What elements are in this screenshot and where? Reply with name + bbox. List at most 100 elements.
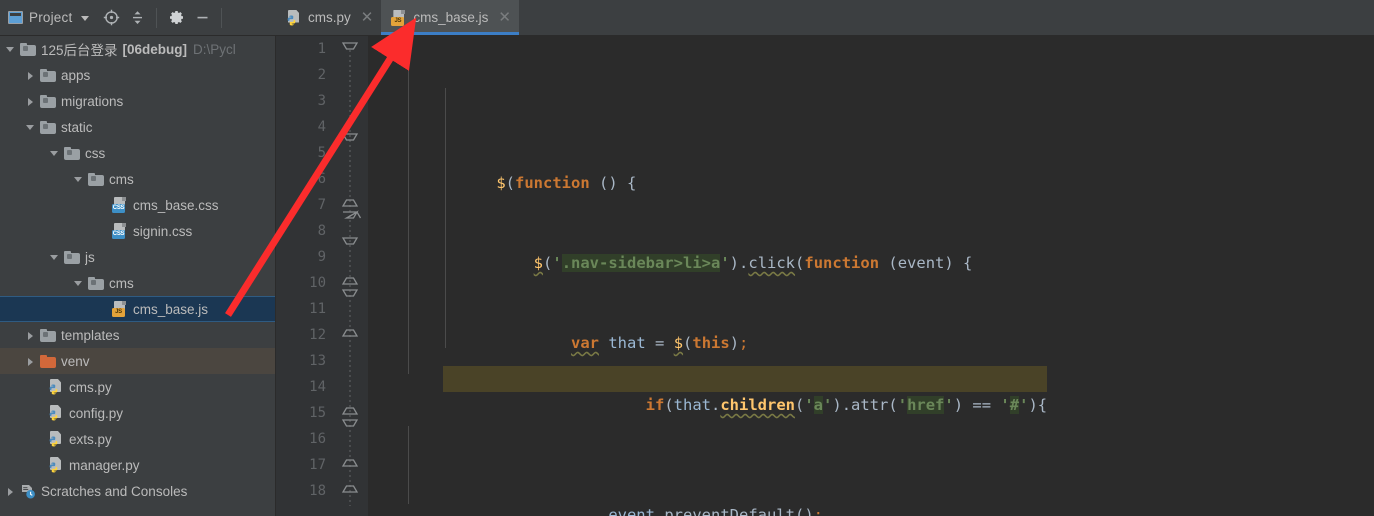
close-icon[interactable]: ✕	[498, 10, 511, 25]
tree-row-module-name: [06debug]	[122, 41, 188, 57]
tree-row-project-root[interactable]: 125后台登录 [06debug] D:\Pycl	[0, 36, 275, 62]
tree-row-css[interactable]: css	[0, 140, 275, 166]
tree-row-migrations[interactable]: migrations	[0, 88, 275, 114]
css-file-icon: CSS	[112, 197, 128, 213]
line-number: 3	[317, 93, 326, 109]
editor-tab-cms-base-js[interactable]: JS cms_base.js ✕	[381, 0, 519, 35]
folder-icon	[40, 68, 56, 82]
py-file-icon	[286, 9, 302, 26]
tree-row-cms-base-js[interactable]: JS cms_base.js	[0, 296, 275, 322]
tree-row-label: 125后台登录	[41, 43, 118, 58]
code-line: $('.nav-sidebar>li>a').click(function (e…	[533, 254, 973, 272]
collapse-all-icon[interactable]	[125, 6, 149, 30]
py-file-icon	[48, 431, 64, 447]
tree-row-label: apps	[61, 67, 91, 83]
tree-row-label: exts.py	[69, 431, 112, 447]
folder-icon	[40, 328, 56, 342]
code-line: if(that.children('a').attr('href') == '#…	[442, 366, 1048, 414]
expand-arrow-icon[interactable]	[4, 485, 17, 498]
expand-arrow-icon[interactable]	[72, 173, 85, 186]
line-number: 2	[317, 67, 326, 83]
indent-guide	[408, 62, 409, 374]
js-file-icon: JS	[391, 9, 407, 26]
tree-row-apps[interactable]: apps	[0, 62, 275, 88]
py-file-icon	[48, 457, 64, 473]
indent-guide	[408, 426, 409, 504]
expand-arrow-icon[interactable]	[4, 43, 17, 56]
py-file-icon	[48, 405, 64, 421]
expand-arrow-icon[interactable]	[24, 95, 37, 108]
tree-row-css-cms[interactable]: cms	[0, 166, 275, 192]
tree-row-js[interactable]: js	[0, 244, 275, 270]
folder-icon	[20, 42, 36, 56]
code-folding-column[interactable]	[332, 36, 368, 516]
project-panel-label: Project	[29, 10, 73, 25]
line-number: 9	[317, 249, 326, 265]
tree-row-venv[interactable]: venv	[0, 348, 275, 374]
code-line: $(function () {	[496, 174, 637, 192]
top-row: Project cms.py ✕ JS cms_base.js ✕	[0, 0, 1374, 36]
folder-icon	[40, 120, 56, 134]
expand-arrow-icon[interactable]	[24, 329, 37, 342]
main-area: 125后台登录 [06debug] D:\Pycl apps migration…	[0, 36, 1374, 516]
line-number: 17	[309, 457, 326, 473]
expand-arrow-icon[interactable]	[48, 147, 61, 160]
expand-arrow-icon[interactable]	[24, 121, 37, 134]
line-number: 12	[309, 327, 326, 343]
editor-tab-bar: cms.py ✕ JS cms_base.js ✕	[276, 0, 1374, 36]
chevron-down-icon[interactable]	[81, 16, 90, 21]
tree-row-path: D:\Pycl	[193, 41, 236, 57]
tree-row-label: Scratches and Consoles	[41, 483, 188, 499]
folder-icon	[40, 354, 56, 368]
project-icon	[8, 11, 23, 24]
expand-arrow-icon[interactable]	[24, 69, 37, 82]
pycharm-window: Project cms.py ✕ JS cms_base.js ✕ 125后台登…	[0, 0, 1374, 516]
tree-row-config-py[interactable]: config.py	[0, 400, 275, 426]
tree-row-manager-py[interactable]: manager.py	[0, 452, 275, 478]
tree-row-cms-py[interactable]: cms.py	[0, 374, 275, 400]
tree-row-label: venv	[61, 353, 90, 369]
tree-row-label: cms_base.css	[133, 197, 219, 213]
code-editor[interactable]: 1 2 3 4 5 6 7 8 9 10 11 12 13 14 15 16 1	[276, 36, 1374, 516]
editor-tab-cms-py[interactable]: cms.py ✕	[276, 0, 381, 35]
editor-gutter[interactable]: 1 2 3 4 5 6 7 8 9 10 11 12 13 14 15 16 1	[276, 36, 368, 516]
tree-row-static[interactable]: static	[0, 114, 275, 140]
project-panel-title-button[interactable]: Project	[0, 10, 90, 25]
code-content[interactable]: $(function () { $('.nav-sidebar>li>a').c…	[368, 36, 1374, 516]
toolbar-divider-2	[221, 7, 223, 28]
line-number: 6	[317, 171, 326, 187]
code-line: var that = $(this);	[570, 334, 749, 352]
tree-row-label: templates	[61, 327, 120, 343]
line-number: 15	[309, 405, 326, 421]
tree-row-label: migrations	[61, 93, 124, 109]
line-number: 10	[309, 275, 326, 291]
tree-row-signin-css[interactable]: CSS signin.css	[0, 218, 275, 244]
project-tree[interactable]: 125后台登录 [06debug] D:\Pycl apps migration…	[0, 36, 276, 516]
expand-arrow-icon[interactable]	[48, 251, 61, 264]
tree-row-label: cms.py	[69, 379, 112, 395]
css-file-icon: CSS	[112, 223, 128, 239]
tree-row-cms-base-css[interactable]: CSS cms_base.css	[0, 192, 275, 218]
gear-icon[interactable]	[164, 6, 188, 30]
tree-row-templates[interactable]: templates	[0, 322, 275, 348]
tree-row-label: cms	[109, 275, 134, 291]
tree-row-label: cms_base.js	[133, 301, 209, 317]
folder-icon	[64, 250, 80, 264]
tree-row-label: config.py	[69, 405, 124, 421]
folder-icon	[88, 172, 104, 186]
tree-row-scratches-and-consoles[interactable]: Scratches and Consoles	[0, 478, 275, 504]
tree-row-label: manager.py	[69, 457, 140, 473]
folder-icon	[64, 146, 80, 160]
js-file-icon: JS	[112, 301, 128, 317]
tree-row-js-cms[interactable]: cms	[0, 270, 275, 296]
line-number: 5	[317, 145, 326, 161]
tree-row-label: css	[85, 145, 106, 161]
tree-row-exts-py[interactable]: exts.py	[0, 426, 275, 452]
locate-icon[interactable]	[99, 6, 123, 30]
line-number: 18	[309, 483, 326, 499]
close-icon[interactable]: ✕	[361, 10, 374, 25]
minimize-icon[interactable]	[190, 6, 214, 30]
expand-arrow-icon[interactable]	[72, 277, 85, 290]
fold-markers[interactable]	[332, 36, 368, 516]
expand-arrow-icon[interactable]	[24, 355, 37, 368]
